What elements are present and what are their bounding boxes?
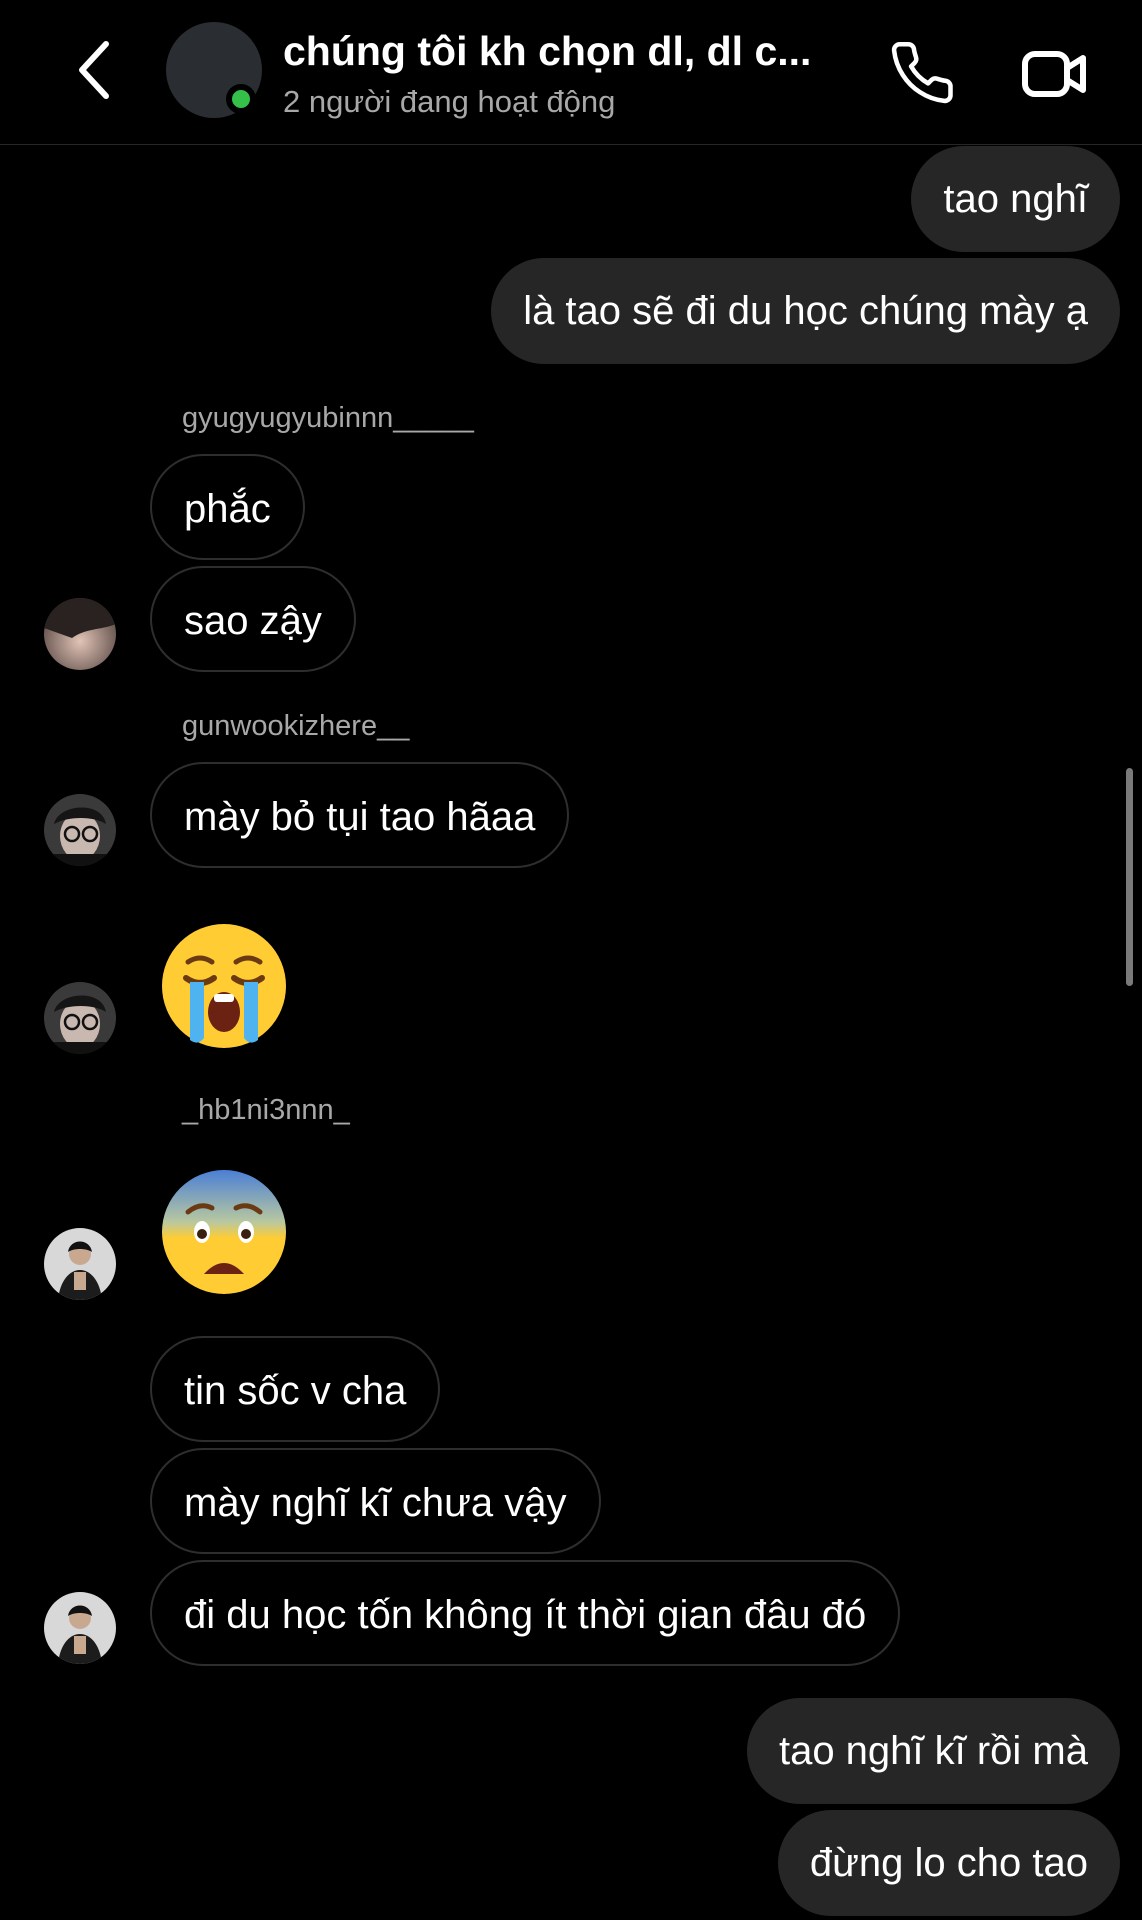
sent-message-bubble[interactable]: tao nghĩ kĩ rồi mà	[746, 1698, 1120, 1804]
sent-message-bubble[interactable]: là tao sẽ đi du học chúng mày ạ	[491, 258, 1120, 364]
received-message-bubble[interactable]: sao zậy	[150, 566, 356, 672]
chevron-left-icon	[79, 41, 109, 99]
active-status-text: 2 người đang hoạt động	[283, 84, 616, 119]
received-message-bubble[interactable]: tin sốc v cha	[150, 1336, 441, 1442]
received-message-bubble[interactable]: mày bỏ tụi tao hãaa	[150, 762, 570, 868]
received-message-bubble[interactable]: đi du học tốn không ít thời gian đâu đó	[150, 1560, 901, 1666]
avatar[interactable]	[44, 794, 116, 866]
online-status-dot	[226, 84, 256, 114]
avatar[interactable]	[44, 1228, 116, 1300]
received-message-bubble[interactable]: mày nghĩ kĩ chưa vậy	[150, 1448, 601, 1554]
loudly-crying-face-icon[interactable]	[158, 920, 290, 1052]
chat-title[interactable]: chúng tôi kh chọn dl, dl c...	[283, 28, 811, 75]
sender-name: _hb1ni3nnn_	[182, 1094, 350, 1126]
avatar[interactable]	[44, 1592, 116, 1664]
chat-header: chúng tôi kh chọn dl, dl c... 2 người đa…	[0, 0, 1142, 145]
sender-name: gyugyugyubinnn_____	[182, 402, 474, 434]
avatar[interactable]	[44, 982, 116, 1054]
voice-call-button[interactable]	[890, 40, 960, 108]
scrollbar[interactable]	[1126, 768, 1133, 986]
video-camera-icon	[1022, 51, 1086, 97]
avatar[interactable]	[44, 598, 116, 670]
anxious-face-icon[interactable]	[158, 1166, 290, 1298]
phone-icon	[891, 41, 953, 104]
sender-name: gunwookizhere__	[182, 710, 410, 742]
back-button[interactable]	[70, 36, 130, 104]
sent-message-bubble[interactable]: tao nghĩ	[911, 146, 1120, 252]
sent-message-bubble[interactable]: đừng lo cho tao	[777, 1810, 1120, 1916]
received-message-bubble[interactable]: phắc	[150, 454, 305, 560]
video-call-button[interactable]	[1020, 40, 1090, 108]
